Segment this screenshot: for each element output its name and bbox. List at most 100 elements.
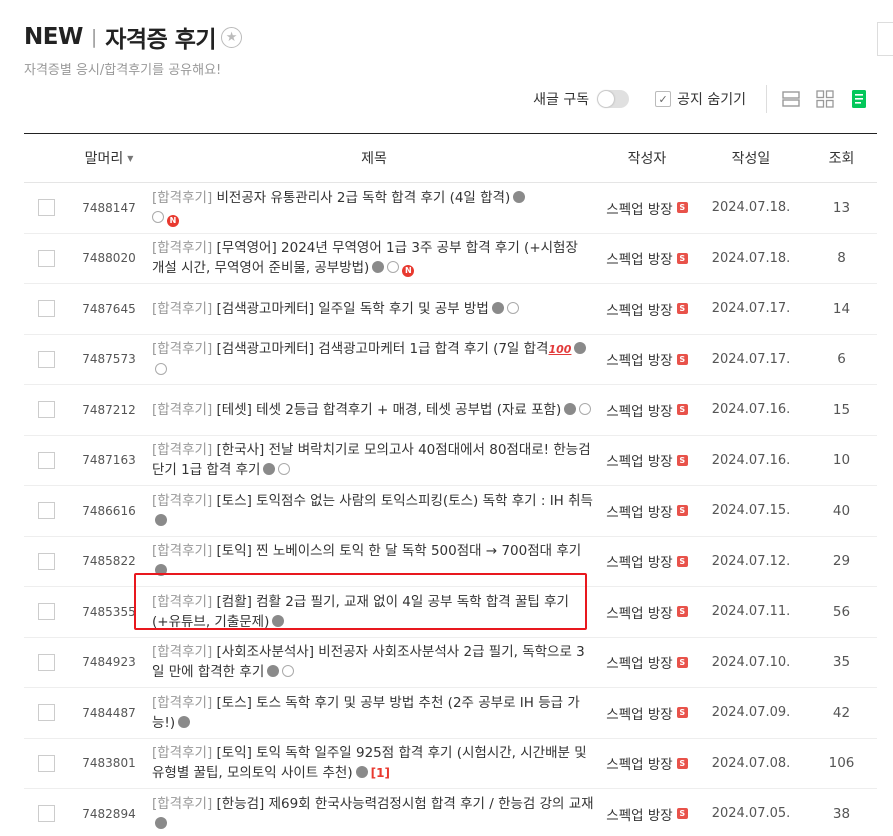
image-attached-icon xyxy=(263,463,276,476)
author-cell[interactable]: 스펙업 방장 S xyxy=(598,299,696,319)
author-name[interactable]: 스펙업 방장 xyxy=(606,753,672,773)
article-date: 2024.07.05. xyxy=(711,806,791,822)
article-date: 2024.07.11. xyxy=(711,604,791,620)
article-number: 7487212 xyxy=(82,402,136,417)
author-cell[interactable]: 스펙업 방장 S xyxy=(598,248,696,268)
article-prefix[interactable]: [합격후기] xyxy=(152,543,212,559)
author-name[interactable]: 스펙업 방장 xyxy=(606,198,672,218)
article-prefix[interactable]: [합격후기] xyxy=(152,240,212,256)
author-cell[interactable]: 스펙업 방장 S xyxy=(598,753,696,773)
article-prefix[interactable]: [합격후기] xyxy=(152,796,212,812)
author-name[interactable]: 스펙업 방장 xyxy=(606,299,672,319)
link-attached-icon xyxy=(155,362,167,375)
image-attached-icon xyxy=(574,341,587,354)
author-name[interactable]: 스펙업 방장 xyxy=(606,501,672,521)
article-date: 2024.07.15. xyxy=(711,503,791,519)
board-title-separator: | xyxy=(90,26,98,48)
comment-count[interactable]: [1] xyxy=(371,766,390,780)
article-title-cell: [합격후기] 비전공자 유통관리사 2급 독학 합격 후기 (4일 합격) N xyxy=(150,188,598,228)
staff-badge-icon: S xyxy=(676,606,688,618)
article-title-link[interactable]: [토익] 찐 노베이스의 토익 한 달 독학 500점대 → 700점대 후기 xyxy=(217,543,582,559)
article-title-link[interactable]: 비전공자 유통관리사 2급 독학 합격 후기 (4일 합격) xyxy=(217,190,511,206)
author-name[interactable]: 스펙업 방장 xyxy=(606,804,672,824)
article-prefix[interactable]: [합격후기] xyxy=(152,402,212,418)
staff-badge-icon: S xyxy=(676,404,688,416)
article-date: 2024.07.18. xyxy=(711,250,791,266)
article-title-link[interactable]: [한능검] 제69회 한국사능력검정시험 합격 후기 / 한능검 강의 교재 xyxy=(217,796,594,812)
article-prefix[interactable]: [합격후기] xyxy=(152,301,212,317)
table-row: 7488147 [합격후기] 비전공자 유통관리사 2급 독학 합격 후기 (4… xyxy=(24,183,877,234)
article-prefix[interactable]: [합격후기] xyxy=(152,695,212,711)
article-title-cell: [합격후기] [한국사] 전날 벼락치기로 모의고사 40점대에서 80점대로!… xyxy=(150,440,598,480)
author-name[interactable]: 스펙업 방장 xyxy=(606,652,672,672)
article-prefix[interactable]: [합격후기] xyxy=(152,644,212,660)
article-views: 56 xyxy=(832,603,851,620)
article-number: 7484923 xyxy=(82,655,136,670)
grid-view-icon[interactable] xyxy=(815,89,835,109)
image-attached-icon xyxy=(155,513,167,526)
row-checkbox[interactable] xyxy=(37,704,55,722)
author-cell[interactable]: 스펙업 방장 S xyxy=(598,703,696,723)
article-prefix[interactable]: [합격후기] xyxy=(152,341,212,357)
subscribe-toggle[interactable] xyxy=(597,90,630,108)
article-title-link[interactable]: [검색광고마케터] 일주일 독학 후기 및 공부 방법 xyxy=(217,301,489,317)
row-checkbox[interactable] xyxy=(37,350,55,368)
author-name[interactable]: 스펙업 방장 xyxy=(606,703,672,723)
author-cell[interactable]: 스펙업 방장 S xyxy=(598,804,696,824)
author-cell[interactable]: 스펙업 방장 S xyxy=(598,551,696,571)
author-cell[interactable]: 스펙업 방장 S xyxy=(598,602,696,622)
article-title-link[interactable]: [한국사] 전날 벼락치기로 모의고사 40점대에서 80점대로! 한능검 단기… xyxy=(152,442,591,478)
article-title-link[interactable]: [컴활] 컴활 2급 필기, 교재 없이 4일 공부 독학 합격 꿀팁 후기 (… xyxy=(152,594,569,630)
author-name[interactable]: 스펙업 방장 xyxy=(606,602,672,622)
article-title-link[interactable]: [사회조사분석사] 비전공자 사회조사분석사 2급 필기, 독학으로 3일 만에… xyxy=(152,644,585,680)
article-number: 7485355 xyxy=(82,604,136,619)
author-name[interactable]: 스펙업 방장 xyxy=(606,400,672,420)
row-checkbox[interactable] xyxy=(37,300,55,318)
image-attached-icon xyxy=(178,715,191,728)
row-checkbox[interactable] xyxy=(37,653,55,671)
favorite-star-icon[interactable]: ★ xyxy=(221,26,243,48)
article-number: 7482894 xyxy=(82,806,136,821)
row-checkbox[interactable] xyxy=(37,552,55,570)
row-checkbox[interactable] xyxy=(37,199,55,217)
staff-badge-icon: S xyxy=(676,808,688,820)
row-checkbox[interactable] xyxy=(37,603,55,621)
row-checkbox[interactable] xyxy=(37,502,55,520)
article-date: 2024.07.17. xyxy=(711,351,791,367)
article-prefix[interactable]: [합격후기] xyxy=(152,190,212,206)
row-checkbox[interactable] xyxy=(37,401,55,419)
author-cell[interactable]: 스펙업 방장 S xyxy=(598,349,696,369)
article-title-cell: [합격후기] [검색광고마케터] 일주일 독학 후기 및 공부 방법 xyxy=(150,299,598,319)
author-name[interactable]: 스펙업 방장 xyxy=(606,450,672,470)
author-cell[interactable]: 스펙업 방장 S xyxy=(598,450,696,470)
card-view-icon[interactable] xyxy=(781,89,801,109)
author-name[interactable]: 스펙업 방장 xyxy=(606,349,672,369)
author-name[interactable]: 스펙업 방장 xyxy=(606,551,672,571)
article-title-link[interactable]: [토스] 토스 독학 후기 및 공부 방법 추천 (2주 공부로 IH 등급 가… xyxy=(152,695,580,731)
row-checkbox[interactable] xyxy=(37,249,55,267)
side-widget-edge xyxy=(877,22,893,56)
hide-notice-checkbox[interactable]: ✓ xyxy=(655,91,672,107)
row-checkbox[interactable] xyxy=(37,805,55,823)
article-prefix[interactable]: [합격후기] xyxy=(152,594,212,610)
article-title-link[interactable]: [테셋] 테셋 2등급 합격후기 + 매경, 테셋 공부법 (자료 포함) xyxy=(217,402,562,418)
article-title-link[interactable]: [토스] 토익점수 없는 사람의 토익스피킹(토스) 독학 후기 : IH 취득 xyxy=(217,493,593,509)
article-prefix[interactable]: [합격후기] xyxy=(152,745,212,761)
row-checkbox[interactable] xyxy=(37,754,55,772)
author-cell[interactable]: 스펙업 방장 S xyxy=(598,400,696,420)
list-view-icon[interactable] xyxy=(849,89,869,109)
article-prefix[interactable]: [합격후기] xyxy=(152,493,212,509)
row-checkbox[interactable] xyxy=(37,451,55,469)
article-date: 2024.07.09. xyxy=(711,705,791,721)
table-row: 7482894 [합격후기] [한능검] 제69회 한국사능력검정시험 합격 후… xyxy=(24,789,877,836)
article-prefix[interactable]: [합격후기] xyxy=(152,442,212,458)
author-cell[interactable]: 스펙업 방장 S xyxy=(598,652,696,672)
article-title-link[interactable]: [무역영어] 2024년 무역영어 1급 3주 공부 합격 후기 (+시험장 개… xyxy=(152,240,578,276)
author-cell[interactable]: 스펙업 방장 S xyxy=(598,198,696,218)
header-prefix-filter[interactable]: 말머리 ▼ xyxy=(68,148,150,168)
header-date: 작성일 xyxy=(731,151,771,167)
article-title-link[interactable]: [검색광고마케터] 검색광고마케터 1급 합격 후기 (7일 합격 xyxy=(217,341,549,357)
article-title-link[interactable]: [토익] 토익 독학 일주일 925점 합격 후기 (시험시간, 시간배분 및 … xyxy=(152,745,587,781)
author-name[interactable]: 스펙업 방장 xyxy=(606,248,672,268)
author-cell[interactable]: 스펙업 방장 S xyxy=(598,501,696,521)
